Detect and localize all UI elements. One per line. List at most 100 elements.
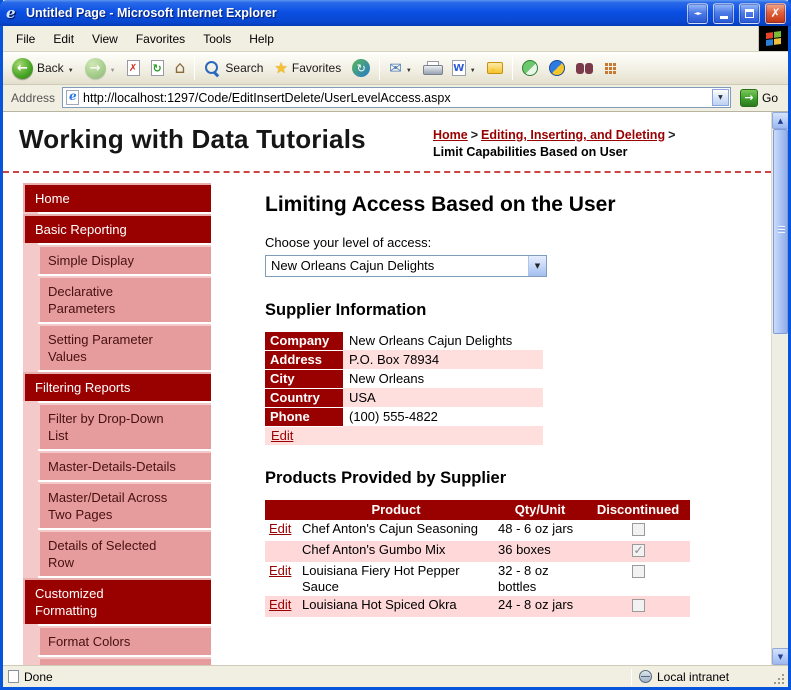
- row-label: Country: [265, 388, 343, 408]
- resize-grip[interactable]: [772, 671, 786, 687]
- resize-button[interactable]: [687, 2, 708, 24]
- menu-item-help[interactable]: Help: [240, 28, 283, 50]
- row-value: USA: [343, 388, 543, 408]
- page-body: Home Basic Reporting Simple Display Decl…: [3, 173, 771, 665]
- page-header: Working with Data Tutorials Home > Editing…: [3, 112, 771, 173]
- page-favicon-icon: [66, 89, 80, 105]
- menu-item-view[interactable]: View: [83, 28, 127, 50]
- product-cell: Louisiana Fiery Hot Pepper Sauce: [302, 562, 460, 594]
- sidebar-item-customized-formatting[interactable]: Customized Formatting: [23, 577, 211, 624]
- breadcrumb-link-home[interactable]: Home: [433, 128, 468, 142]
- home-button[interactable]: [170, 55, 191, 81]
- favorites-star-icon: [274, 59, 287, 77]
- back-icon: [12, 57, 33, 79]
- product-cell: Chef Anton's Cajun Seasoning: [302, 520, 478, 536]
- sidebar-item-master-detail-two-pages[interactable]: Master/Detail Across Two Pages: [38, 481, 211, 528]
- sidebar-item-master-details-details[interactable]: Master-Details-Details: [38, 450, 211, 480]
- scrollbar-track[interactable]: [772, 129, 788, 648]
- products-table: Product Qty/Unit Discontinued Edit Chef …: [265, 499, 690, 617]
- menu-item-file[interactable]: File: [7, 28, 44, 50]
- address-input-wrap: [62, 87, 731, 108]
- forward-button[interactable]: [80, 55, 121, 82]
- breadcrumb-separator: >: [668, 128, 676, 142]
- sidebar-item-setting-parameter-values[interactable]: Setting Parameter Values: [38, 323, 211, 370]
- minimize-button[interactable]: [713, 2, 734, 24]
- column-header-edit: [265, 499, 298, 520]
- menu-item-edit[interactable]: Edit: [44, 28, 83, 50]
- edit-dropdown-icon[interactable]: [470, 61, 476, 75]
- grid-icon: [604, 62, 617, 75]
- access-level-select[interactable]: New Orleans Cajun Delights: [265, 254, 547, 277]
- addon-button-2[interactable]: [544, 57, 570, 79]
- search-button[interactable]: Search: [199, 57, 268, 80]
- back-dropdown-icon[interactable]: [68, 61, 74, 75]
- scrollbar-thumb[interactable]: [773, 129, 788, 334]
- table-row: Address P.O. Box 78934: [265, 350, 543, 370]
- back-button[interactable]: Back: [7, 55, 79, 82]
- supplier-edit-link[interactable]: Edit: [271, 428, 293, 443]
- search-label: Search: [225, 61, 264, 75]
- mail-dropdown-icon[interactable]: [406, 61, 412, 75]
- breadcrumb-link-section[interactable]: Editing, Inserting, and Deleting: [481, 128, 665, 142]
- refresh-button[interactable]: [146, 57, 169, 79]
- ie-logo-icon[interactable]: e: [6, 5, 22, 21]
- discuss-button[interactable]: [482, 59, 508, 77]
- mail-icon: [389, 59, 402, 77]
- discontinued-checkbox[interactable]: [631, 522, 645, 536]
- research-button[interactable]: [571, 60, 598, 77]
- address-dropdown-button[interactable]: [711, 89, 729, 106]
- sidebar-item-format-colors[interactable]: Format Colors: [38, 625, 211, 655]
- discontinued-checkbox[interactable]: [631, 598, 645, 612]
- page-status-icon: [8, 670, 19, 683]
- table-row: Edit: [265, 426, 543, 445]
- address-input[interactable]: [83, 90, 708, 105]
- web-page: Working with Data Tutorials Home > Editing…: [3, 112, 771, 665]
- scroll-up-button[interactable]: [772, 112, 788, 129]
- row-value: P.O. Box 78934: [343, 350, 543, 370]
- menu-item-favorites[interactable]: Favorites: [127, 28, 194, 50]
- browser-window: e Untitled Page - Microsoft Internet Exp…: [0, 0, 791, 690]
- menu-item-tools[interactable]: Tools: [194, 28, 240, 50]
- go-button[interactable]: Go: [736, 88, 782, 108]
- sidebar-item-details-selected-row[interactable]: Details of Selected Row: [38, 529, 211, 576]
- sidebar-item-declarative-parameters[interactable]: Declarative Parameters: [38, 275, 211, 322]
- close-button[interactable]: [765, 2, 786, 24]
- print-button[interactable]: [418, 58, 446, 79]
- addon-button-4[interactable]: [599, 59, 622, 78]
- discontinued-checkbox[interactable]: [631, 542, 645, 558]
- maximize-button[interactable]: [739, 2, 760, 24]
- select-dropdown-icon[interactable]: [528, 255, 546, 276]
- product-cell: Chef Anton's Gumbo Mix: [298, 540, 494, 562]
- scroll-down-button[interactable]: [772, 648, 788, 665]
- sidebar-item-custom-content[interactable]: Custom Content in a: [38, 656, 211, 665]
- table-row: Company New Orleans Cajun Delights: [265, 331, 543, 351]
- discontinued-checkbox[interactable]: [631, 564, 645, 578]
- edit-button[interactable]: [447, 57, 481, 79]
- sidebar-item-basic-reporting[interactable]: Basic Reporting: [23, 213, 211, 243]
- row-label: Phone: [265, 407, 343, 427]
- toolbar: Back Search Favorites: [3, 52, 788, 85]
- stop-button[interactable]: [122, 57, 145, 79]
- sidebar-item-simple-display[interactable]: Simple Display: [38, 244, 211, 274]
- go-arrow-icon: [739, 88, 758, 107]
- edit-link[interactable]: Edit: [269, 597, 291, 612]
- sidebar-item-filter-by-dropdown-list[interactable]: Filter by Drop-Down List: [38, 402, 211, 449]
- status-left-pane: Done: [8, 670, 627, 684]
- edit-link[interactable]: Edit: [269, 563, 291, 578]
- sidebar-item-home[interactable]: Home: [23, 182, 211, 212]
- mail-button[interactable]: [384, 56, 417, 80]
- edit-link[interactable]: Edit: [269, 521, 291, 536]
- history-icon: [352, 59, 371, 77]
- sidebar-item-filtering-reports[interactable]: Filtering Reports: [23, 371, 211, 401]
- history-button[interactable]: [347, 56, 375, 80]
- breadcrumb-separator: >: [470, 128, 479, 142]
- vertical-scrollbar[interactable]: [771, 112, 788, 665]
- table-row: Chef Anton's Gumbo Mix 36 boxes: [265, 540, 690, 562]
- forward-dropdown-icon[interactable]: [110, 61, 116, 75]
- column-header-qty: Qty/Unit: [494, 499, 586, 520]
- select-value: New Orleans Cajun Delights: [271, 258, 435, 274]
- back-label: Back: [37, 61, 64, 75]
- favorites-button[interactable]: Favorites: [269, 56, 346, 80]
- zone-label: Local intranet: [657, 669, 730, 684]
- addon-button-1[interactable]: [517, 57, 543, 79]
